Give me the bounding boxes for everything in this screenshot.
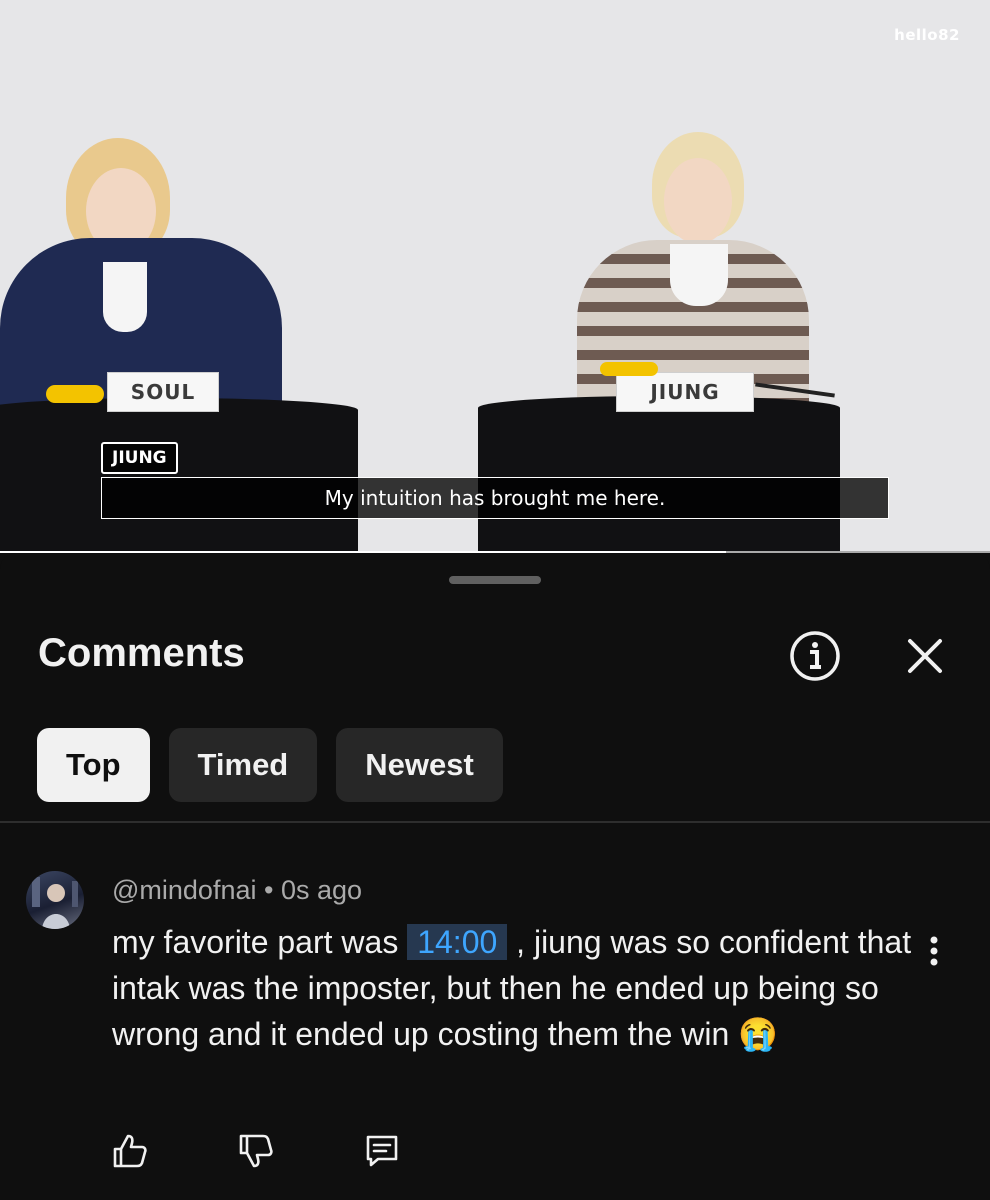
video-table-left bbox=[0, 398, 358, 553]
yellow-object-right bbox=[600, 362, 658, 376]
comment-meta: @mindofnai • 0s ago bbox=[112, 875, 362, 906]
video-player[interactable]: hello82 SOUL JIUNG JIUNG My intuition ha… bbox=[0, 0, 990, 553]
dislike-icon[interactable] bbox=[236, 1131, 276, 1171]
comment-actions bbox=[110, 1131, 402, 1171]
comments-title: Comments bbox=[38, 631, 245, 675]
sort-chips: Top Timed Newest bbox=[37, 728, 503, 802]
video-subtitle: My intuition has brought me here. bbox=[101, 477, 889, 519]
comment-text-before: my favorite part was bbox=[112, 924, 408, 960]
reply-icon[interactable] bbox=[362, 1131, 402, 1171]
info-circle-icon[interactable] bbox=[788, 629, 842, 683]
drag-handle[interactable] bbox=[449, 576, 541, 584]
nameplate-soul: SOUL bbox=[107, 372, 219, 412]
comment-author[interactable]: @mindofnai bbox=[112, 875, 256, 905]
chip-top[interactable]: Top bbox=[37, 728, 150, 802]
comment-text: my favorite part was 14:00 , jiung was s… bbox=[112, 919, 942, 1057]
channel-watermark: hello82 bbox=[894, 26, 960, 44]
comment-time: 0s ago bbox=[280, 875, 363, 905]
speaker-name-tag: JIUNG bbox=[101, 442, 178, 474]
video-table-right bbox=[478, 396, 840, 553]
close-icon[interactable] bbox=[902, 633, 948, 679]
chip-newest[interactable]: Newest bbox=[336, 728, 503, 802]
timestamp-link[interactable]: 14:00 bbox=[407, 924, 508, 960]
subtitle-text: My intuition has brought me here. bbox=[324, 486, 666, 510]
chip-timed[interactable]: Timed bbox=[168, 728, 318, 802]
crying-emoji: 😭 bbox=[738, 1016, 779, 1052]
divider bbox=[0, 821, 990, 823]
comments-sheet: Comments Top Timed Newest @mindofnai • 0… bbox=[0, 553, 990, 1200]
like-icon[interactable] bbox=[110, 1131, 150, 1171]
yellow-object-left bbox=[46, 385, 104, 403]
avatar[interactable] bbox=[26, 871, 84, 929]
nameplate-jiung: JIUNG bbox=[616, 372, 754, 412]
meta-separator: • bbox=[264, 875, 274, 905]
